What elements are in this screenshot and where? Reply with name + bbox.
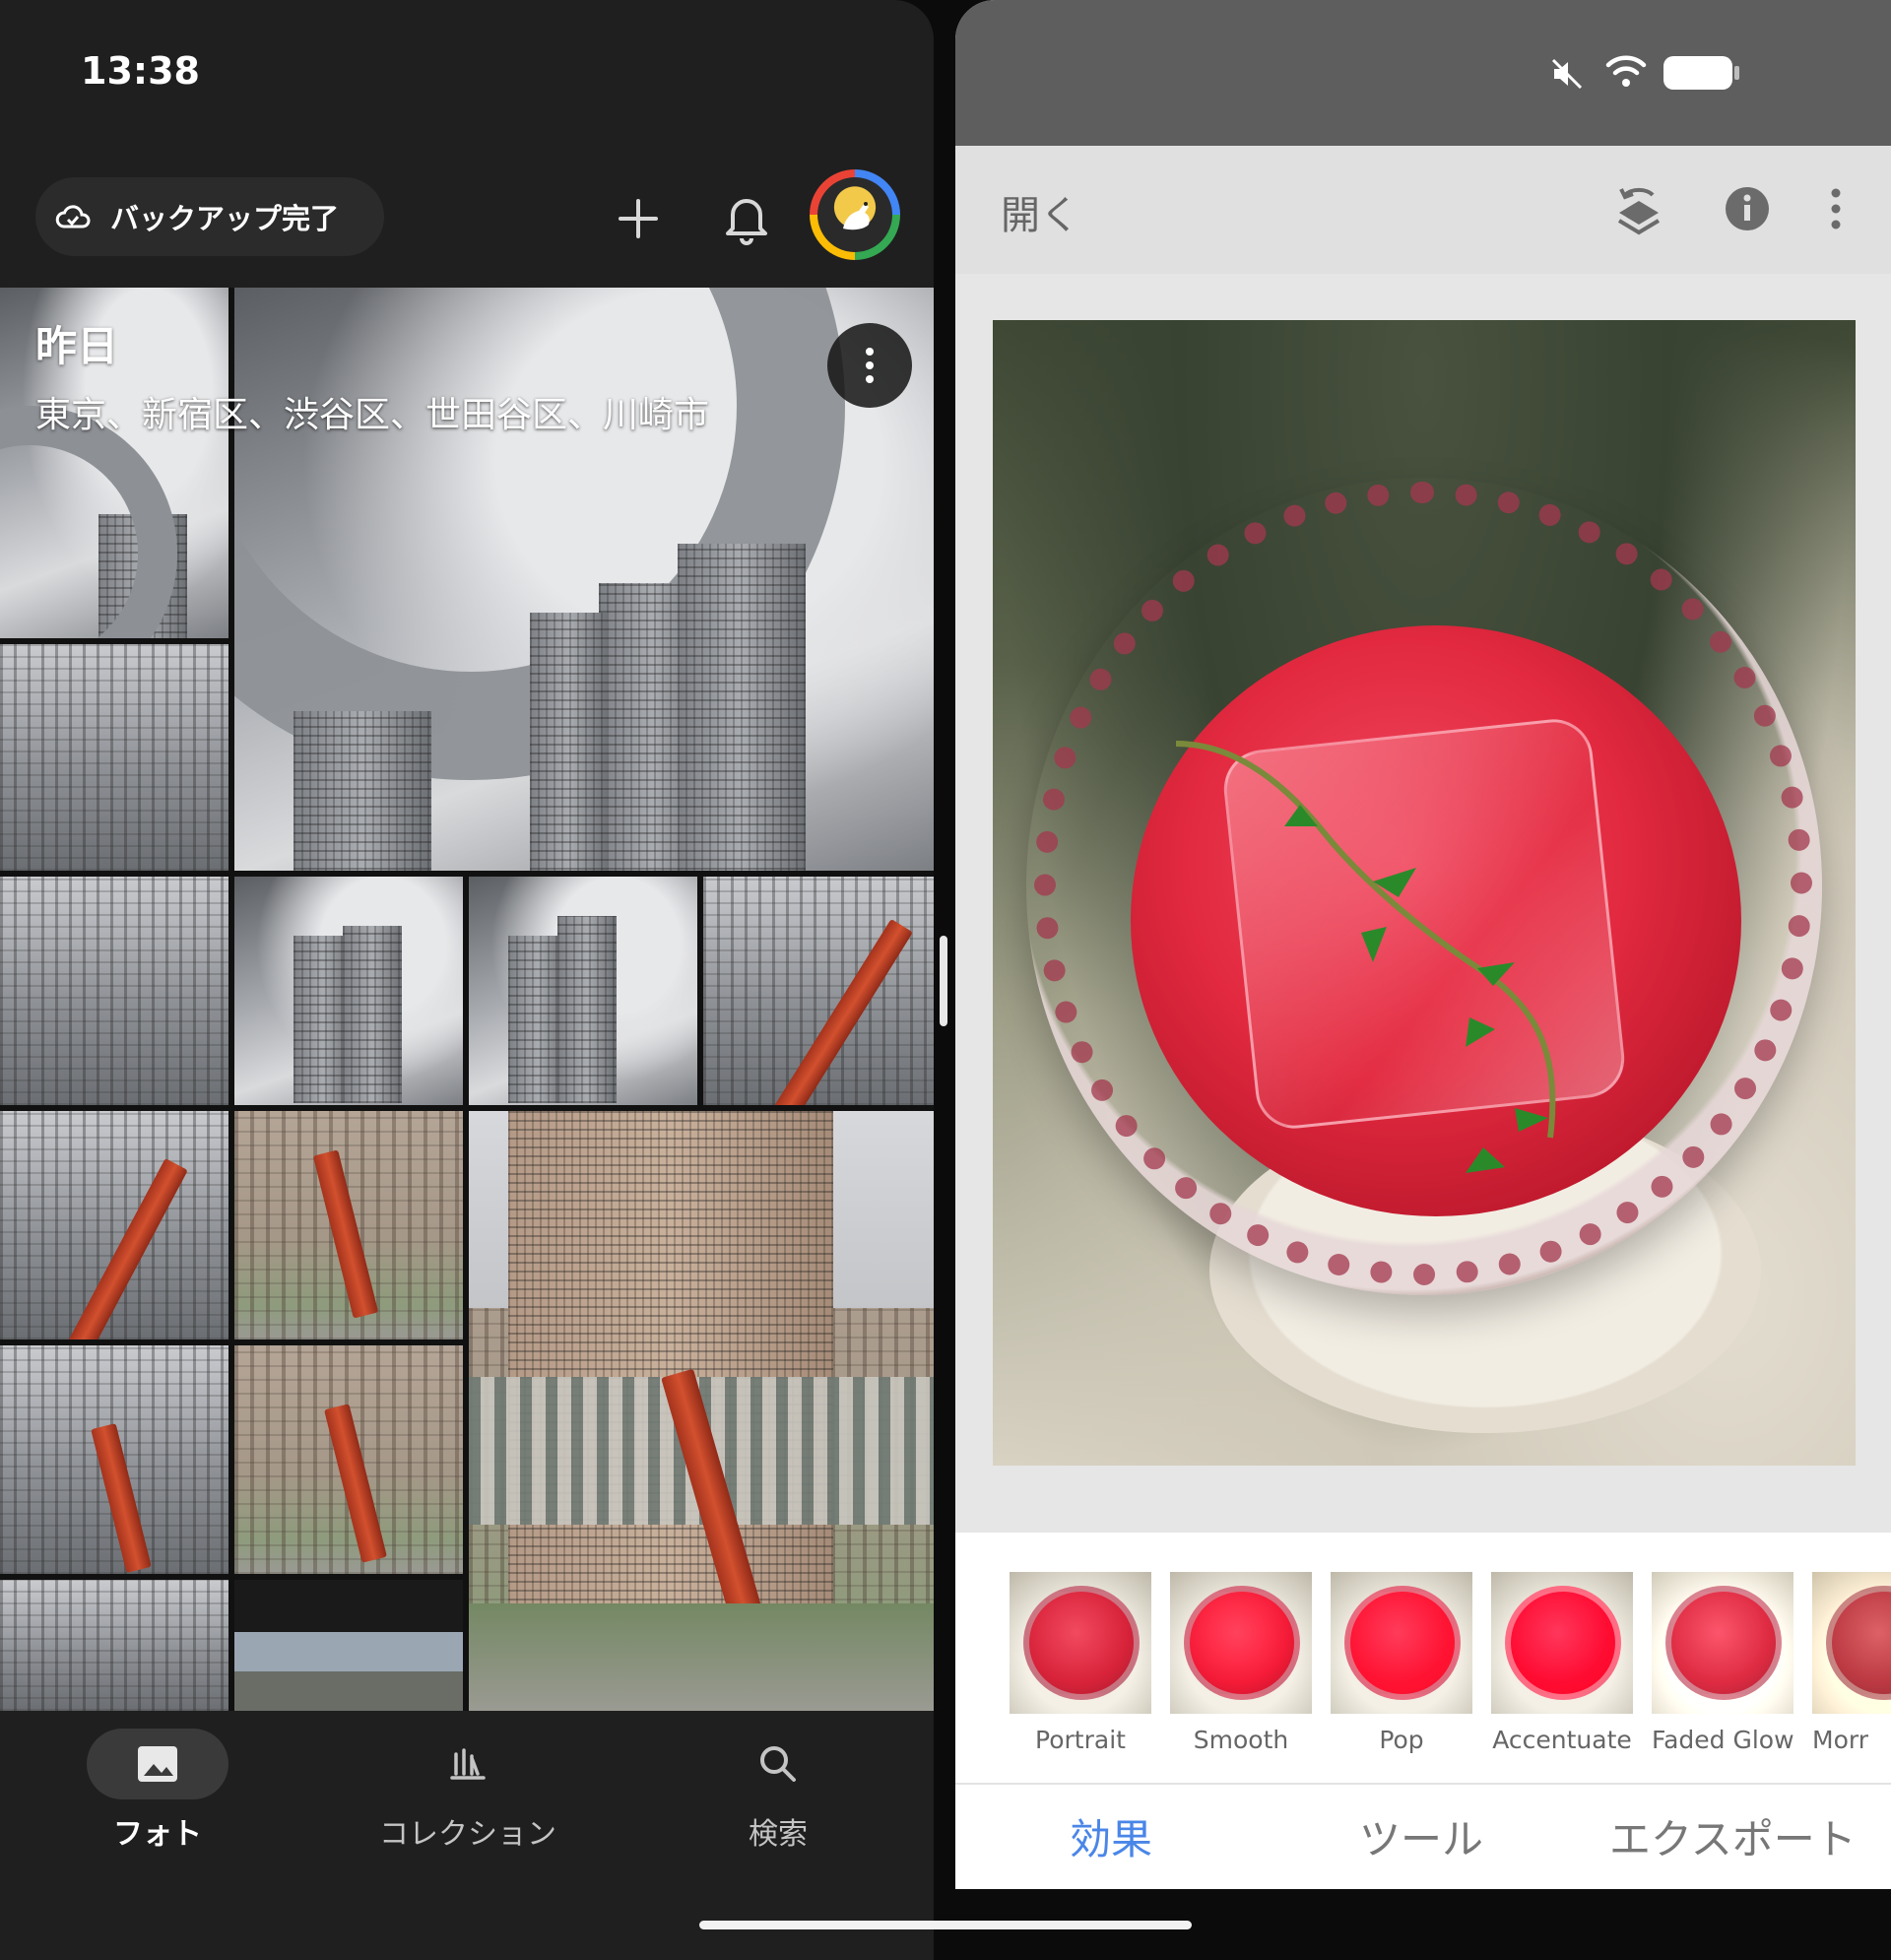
look-label: Accentuate <box>1492 1726 1632 1754</box>
nav-photos[interactable]: フォト <box>79 1729 236 1853</box>
photo-tile[interactable] <box>469 877 697 1105</box>
open-button[interactable]: 開く <box>1001 183 1079 240</box>
herb-sprig <box>1175 741 1556 1173</box>
layers-undo-icon[interactable] <box>1615 181 1663 236</box>
look-label: Faded Glow <box>1652 1726 1794 1754</box>
look-accentuate[interactable]: Accentuate <box>1491 1572 1633 1754</box>
nav-search[interactable]: 検索 <box>699 1729 857 1853</box>
look-smooth[interactable]: Smooth <box>1170 1572 1312 1754</box>
look-faded-glow[interactable]: Faded Glow <box>1652 1572 1794 1754</box>
look-thumbnail <box>1491 1572 1633 1714</box>
nav-search-label: 検索 <box>749 1817 808 1852</box>
tab-export[interactable]: エクスポート <box>1609 1806 1857 1866</box>
photo-tile[interactable] <box>234 877 463 1105</box>
photo-tile[interactable] <box>469 1111 934 1711</box>
section-locations: 東京、新宿区、渋谷区、世田谷区、川崎市 <box>35 395 710 435</box>
look-thumbnail <box>1170 1572 1312 1714</box>
status-bar <box>955 0 1891 146</box>
bell-icon[interactable] <box>721 189 772 246</box>
photo-tile[interactable] <box>703 877 934 1105</box>
nav-collections[interactable]: コレクション <box>355 1729 581 1853</box>
tab-looks[interactable]: 効果 <box>1070 1806 1152 1866</box>
photo-tile[interactable] <box>0 1580 228 1711</box>
mute-icon <box>1551 58 1583 90</box>
photo-tile[interactable] <box>0 877 228 1105</box>
rooster-avatar-icon <box>843 202 870 230</box>
photo-tile[interactable] <box>0 644 228 871</box>
wifi-icon <box>1605 55 1647 87</box>
look-label: Portrait <box>1035 1726 1126 1754</box>
battery-icon <box>1663 56 1739 90</box>
snapseed-toolbar: 開く <box>955 146 1891 274</box>
look-thumbnail <box>1652 1572 1793 1714</box>
look-thumbnail <box>1331 1572 1472 1714</box>
look-thumbnail <box>1812 1572 1891 1714</box>
snapseed-app: 開く Portrait Smooth Pop Accentuate Faded … <box>955 0 1891 1889</box>
edited-photo[interactable] <box>993 320 1856 1466</box>
look-label: Smooth <box>1193 1726 1289 1754</box>
look-morning[interactable]: Morr <box>1812 1572 1891 1754</box>
info-icon[interactable] <box>1724 185 1771 232</box>
tab-tools[interactable]: ツール <box>1359 1806 1483 1866</box>
photo-icon <box>138 1746 177 1782</box>
backup-status-chip[interactable]: バックアップ完了 <box>35 177 384 256</box>
look-thumbnail <box>1010 1572 1151 1714</box>
photo-grid <box>0 288 934 1711</box>
status-time: 13:38 <box>81 49 200 93</box>
photo-tile[interactable] <box>234 1580 463 1711</box>
backup-label: バックアップ完了 <box>110 202 340 235</box>
nav-photos-label: フォト <box>113 1817 202 1852</box>
home-indicator[interactable] <box>699 1921 1192 1929</box>
section-date-title: 昨日 <box>35 322 119 370</box>
looks-carousel: Portrait Smooth Pop Accentuate Faded Glo… <box>955 1572 1891 1769</box>
nav-collections-label: コレクション <box>379 1817 556 1852</box>
look-portrait[interactable]: Portrait <box>1010 1572 1151 1754</box>
photo-tile[interactable] <box>0 1111 228 1339</box>
cloud-done-icon <box>55 205 91 229</box>
photo-tile[interactable] <box>234 1345 463 1574</box>
account-avatar[interactable] <box>810 169 900 260</box>
photos-app: 13:38 バックアップ完了 昨日 東京、新宿区、渋谷区、世田谷区、川崎市 フォ… <box>0 0 934 1960</box>
photo-tile[interactable] <box>234 1111 463 1339</box>
photo-tile[interactable] <box>0 1345 228 1574</box>
section-more-button[interactable] <box>827 323 912 408</box>
bottom-tabs: 効果 ツール エクスポート <box>955 1783 1891 1889</box>
split-screen-divider-handle[interactable] <box>940 936 947 1026</box>
library-icon <box>450 1748 486 1780</box>
more-vert-icon[interactable] <box>1830 187 1842 230</box>
look-label: Morr <box>1812 1726 1868 1754</box>
more-vert-icon <box>866 348 874 383</box>
search-icon <box>760 1746 796 1782</box>
add-icon[interactable] <box>613 193 664 244</box>
look-label: Pop <box>1379 1726 1424 1754</box>
bottom-panel: Portrait Smooth Pop Accentuate Faded Glo… <box>955 1533 1891 1889</box>
look-pop[interactable]: Pop <box>1331 1572 1472 1754</box>
